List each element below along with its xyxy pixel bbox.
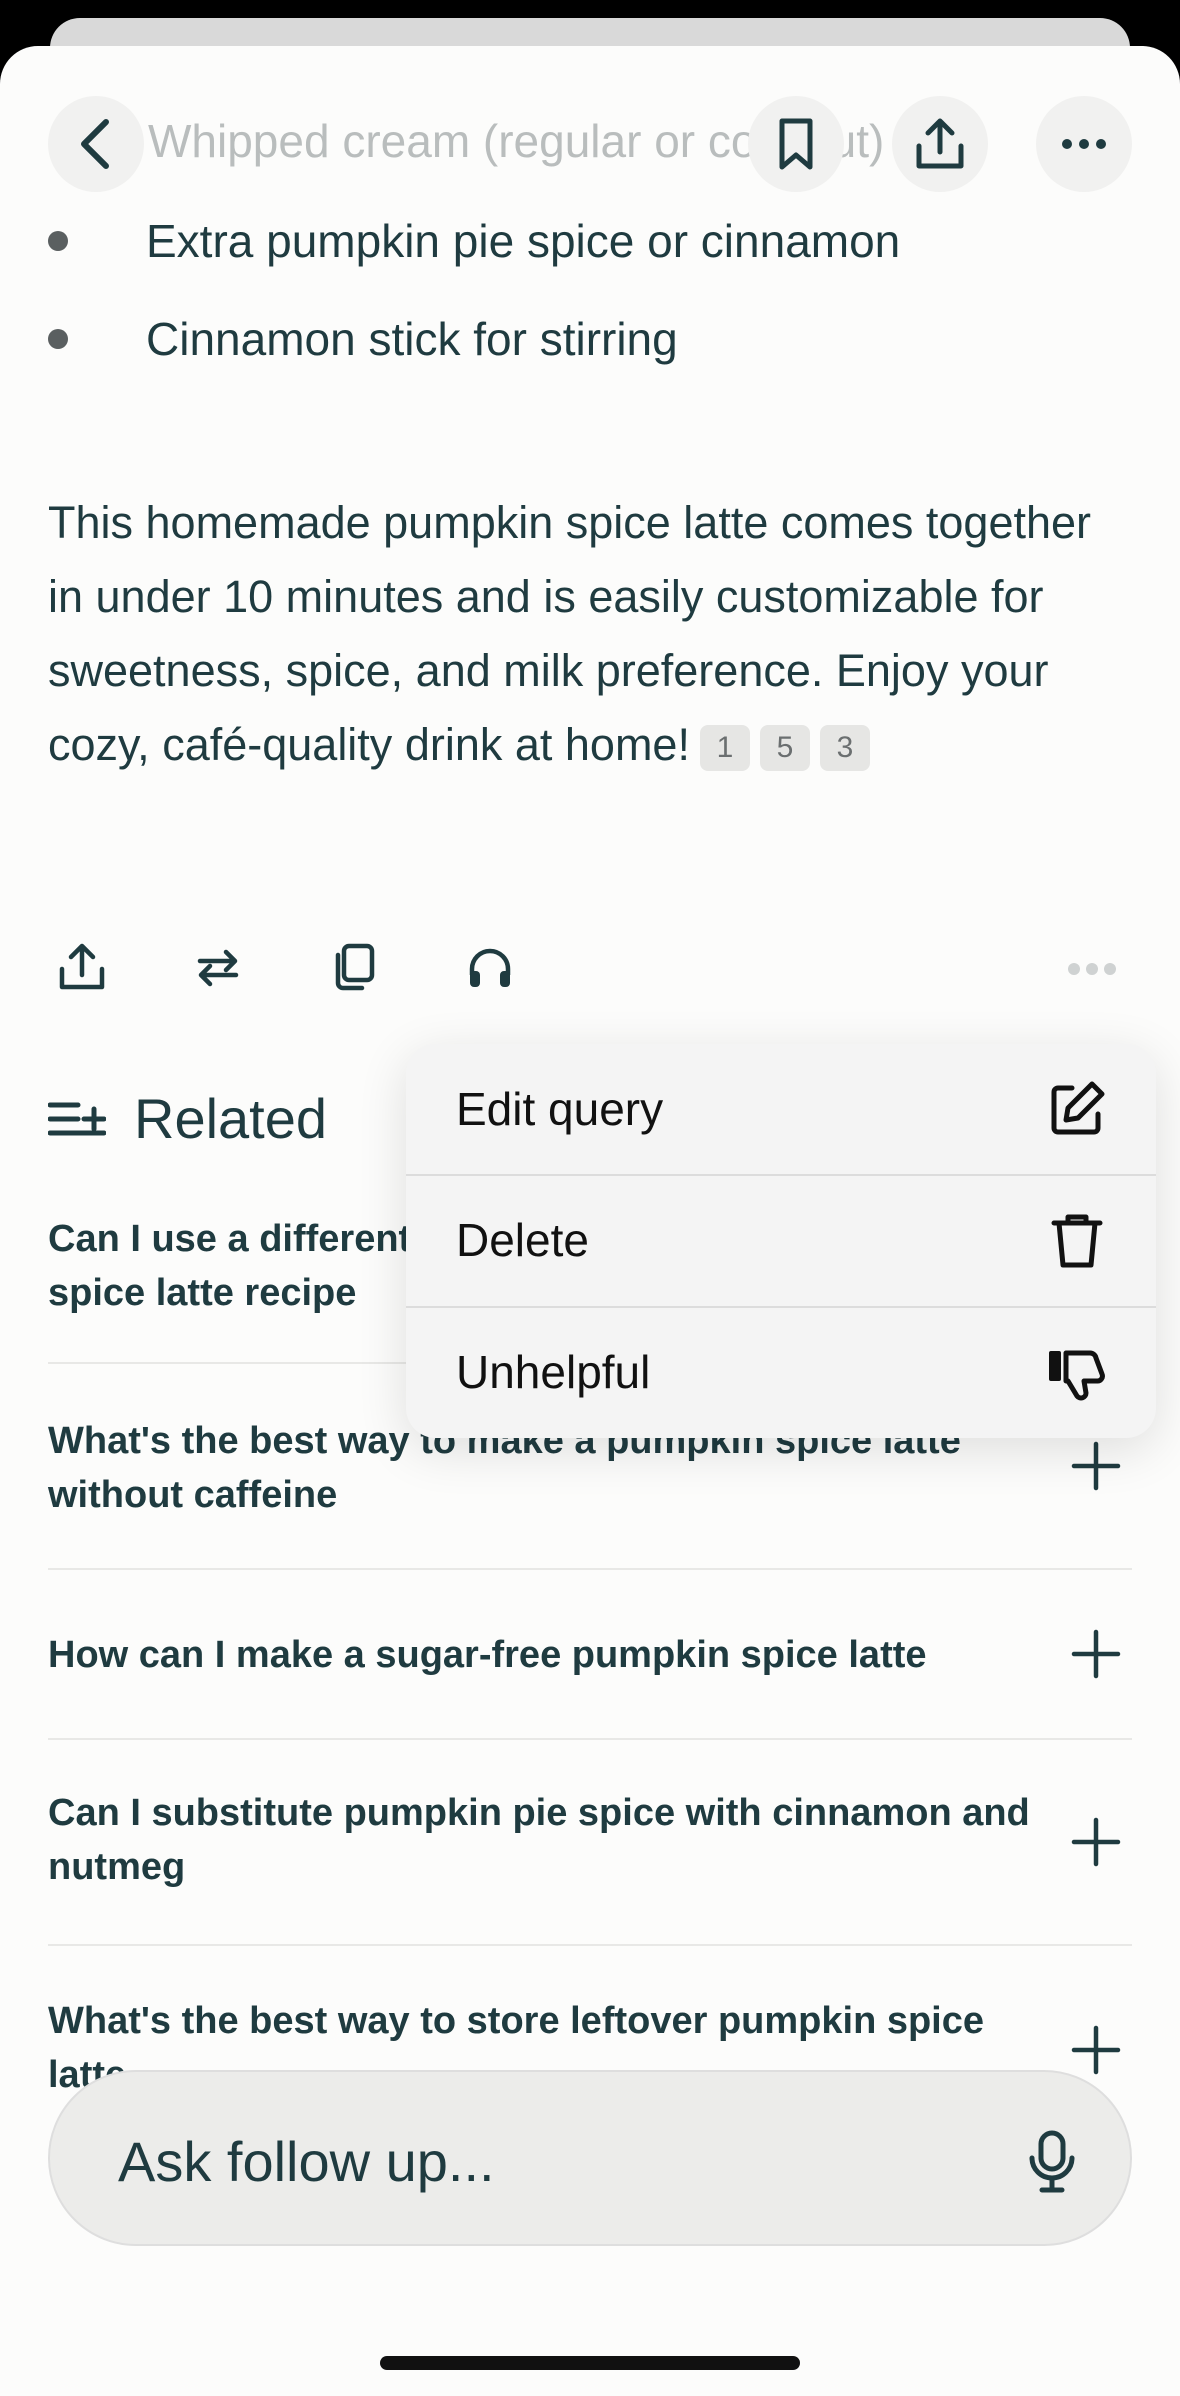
follow-up-bar bbox=[48, 2070, 1132, 2246]
share-button[interactable] bbox=[892, 96, 988, 192]
back-button[interactable] bbox=[48, 96, 144, 192]
chevron-left-icon bbox=[81, 119, 109, 169]
bullet-dot bbox=[48, 231, 68, 251]
menu-item-label: Delete bbox=[456, 1214, 589, 1266]
menu-item-edit-query[interactable]: Edit query bbox=[406, 1044, 1156, 1174]
more-options-button[interactable] bbox=[1036, 96, 1132, 192]
thumbs-down-icon bbox=[1049, 1350, 1105, 1401]
answer-sheet: Whipped cream (regular or coconut) Extra… bbox=[0, 46, 1180, 2396]
citation-badge[interactable]: 3 bbox=[819, 725, 870, 772]
ellipsis-icon bbox=[1062, 139, 1106, 149]
related-list-icon bbox=[48, 1102, 106, 1135]
answer-paragraph-text: This homemade pumpkin spice latte comes … bbox=[48, 497, 1092, 770]
share-icon[interactable] bbox=[56, 941, 108, 993]
related-item-text: Can I substitute pumpkin pie spice with … bbox=[48, 1792, 1030, 1888]
rewrite-icon[interactable] bbox=[192, 941, 244, 993]
plus-icon[interactable] bbox=[1070, 1628, 1122, 1680]
share-icon bbox=[916, 118, 964, 169]
plus-icon[interactable] bbox=[1070, 1440, 1122, 1492]
related-heading-text: Related bbox=[134, 1087, 328, 1150]
answer-paragraph: This homemade pumpkin spice latte comes … bbox=[48, 486, 1128, 782]
bullet-text: Extra pumpkin pie spice or cinnamon bbox=[146, 215, 901, 267]
context-menu: Edit query Delete Unhelpful bbox=[406, 1044, 1156, 1438]
bookmark-icon bbox=[779, 118, 813, 170]
follow-up-input[interactable] bbox=[116, 2116, 1000, 2206]
citation-badge[interactable]: 5 bbox=[759, 725, 810, 772]
plus-icon[interactable] bbox=[1070, 2024, 1122, 2076]
menu-item-label: Edit query bbox=[456, 1083, 664, 1135]
edit-icon bbox=[1051, 1081, 1105, 1135]
microphone-icon[interactable] bbox=[1026, 2130, 1078, 2194]
ingredient-bullet: Cinnamon stick for stirring bbox=[48, 312, 678, 366]
home-indicator[interactable] bbox=[380, 2356, 800, 2370]
plus-icon[interactable] bbox=[1070, 1816, 1122, 1868]
headphones-icon[interactable] bbox=[464, 941, 516, 993]
trash-icon bbox=[1051, 1214, 1103, 1268]
copy-icon[interactable] bbox=[328, 941, 380, 993]
ingredient-bullet: Extra pumpkin pie spice or cinnamon bbox=[48, 214, 900, 268]
answer-more-icon[interactable] bbox=[1068, 963, 1116, 975]
menu-item-label: Unhelpful bbox=[456, 1346, 651, 1398]
bookmark-button[interactable] bbox=[748, 96, 844, 192]
bullet-text: Cinnamon stick for stirring bbox=[146, 313, 678, 365]
answer-actions bbox=[56, 941, 516, 993]
menu-item-delete[interactable]: Delete bbox=[406, 1174, 1156, 1304]
citation-badge[interactable]: 1 bbox=[699, 725, 750, 772]
related-heading: Related bbox=[48, 1086, 327, 1151]
bullet-dot bbox=[48, 329, 68, 349]
related-item[interactable]: How can I make a sugar-free pumpkin spic… bbox=[48, 1568, 1132, 1740]
menu-item-unhelpful[interactable]: Unhelpful bbox=[406, 1306, 1156, 1436]
related-item[interactable]: Can I substitute pumpkin pie spice with … bbox=[48, 1738, 1132, 1946]
related-item-text: How can I make a sugar-free pumpkin spic… bbox=[48, 1634, 927, 1676]
